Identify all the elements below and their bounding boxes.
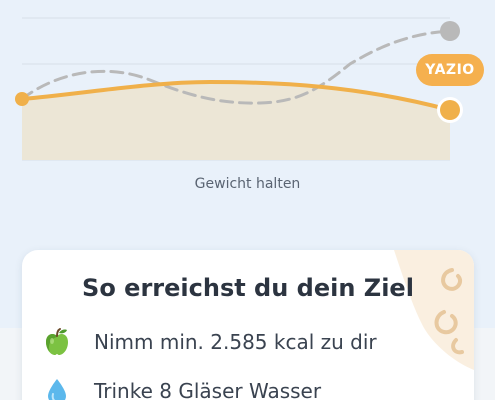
decorative-swirl-icon	[394, 250, 474, 370]
goal-end-marker-inner	[440, 100, 460, 120]
card-title: So erreichst du dein Ziel	[82, 274, 414, 302]
comparison-end-marker	[440, 21, 460, 41]
tip-text: Trinke 8 Gläser Wasser	[94, 379, 322, 400]
start-point-marker	[15, 92, 29, 106]
weight-projection-chart: YAZIO	[0, 0, 495, 170]
yazio-badge: YAZIO	[416, 54, 484, 86]
goal-tips-card: So erreichst du dein Ziel Nimm min. 2.58…	[22, 250, 474, 400]
tip-item-calories: Nimm min. 2.585 kcal zu dir	[42, 327, 377, 357]
water-drop-icon	[48, 379, 66, 400]
tip-item-water: Trinke 8 Gläser Wasser	[42, 376, 321, 400]
chart-canvas	[15, 17, 463, 161]
green-apple-icon	[46, 328, 68, 355]
tip-text: Nimm min. 2.585 kcal zu dir	[94, 330, 377, 354]
chart-caption: Gewicht halten	[194, 176, 301, 192]
